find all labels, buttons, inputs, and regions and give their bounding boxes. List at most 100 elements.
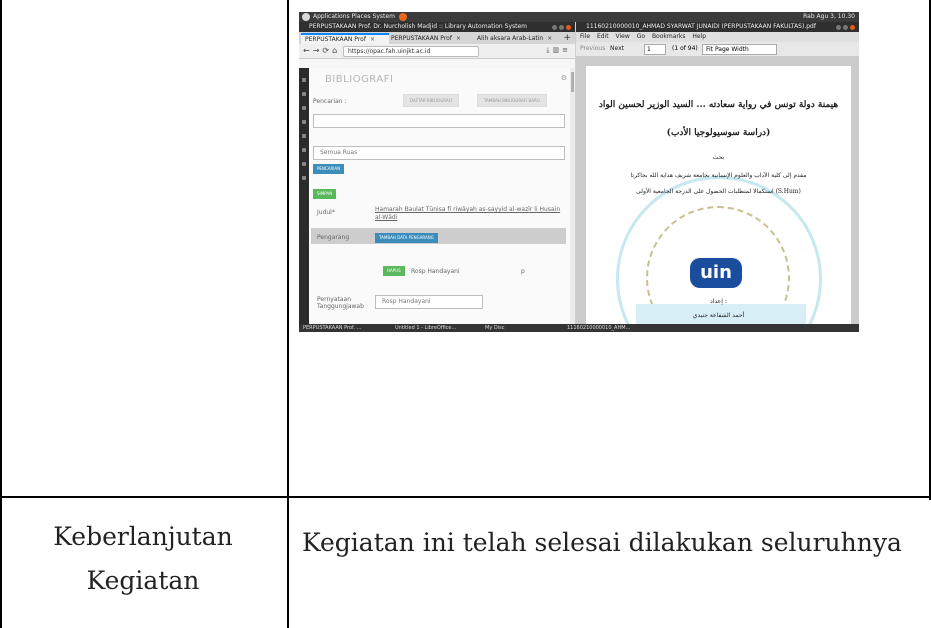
menu-bookmarks[interactable]: Bookmarks <box>652 33 686 40</box>
tab-perpustakaan-1[interactable]: PERPUSTAKAAN Prof × <box>301 33 389 44</box>
hapus-button[interactable]: HAPUS <box>383 266 405 276</box>
reload-icon[interactable]: ⟳ <box>322 46 332 55</box>
close-icon[interactable] <box>566 25 571 30</box>
maximize-icon[interactable] <box>559 25 564 30</box>
menu-go[interactable]: Go <box>637 33 645 40</box>
dock-icon[interactable] <box>302 120 306 124</box>
previous-button[interactable]: Previous <box>580 45 605 52</box>
pdf-title-bar: 11160210000010_AHMAD SYARWAT JUNAIDI (PE… <box>576 22 859 32</box>
taskbar-item-pdf[interactable]: 11160210000010_AHM... <box>567 324 630 332</box>
row-label-line2: Kegiatan <box>86 566 200 595</box>
menu-view[interactable]: View <box>616 33 630 40</box>
menu-edit[interactable]: Edit <box>597 33 609 40</box>
pdf-line1: مقدم إلى كلية الآداب والعلوم الإنسانية ب… <box>630 172 807 179</box>
next-button[interactable]: Next <box>610 45 624 52</box>
pdf-toolbar: Previous Next 1 (1 of 94) Fit Page Width <box>576 42 859 57</box>
dock-icon[interactable] <box>302 134 306 138</box>
tab-perpustakaan-2[interactable]: PERPUSTAKAAN Prof × <box>387 33 475 44</box>
pdf-view-area: هيمنة دولة تونس في رواية سعادته ... السي… <box>576 56 859 332</box>
tambah-pengarang-button[interactable]: TAMBAH DATA PENGARANG <box>375 233 438 243</box>
home-icon[interactable]: ⌂ <box>332 46 340 55</box>
window-controls <box>834 24 855 32</box>
dock-icon[interactable] <box>302 92 306 96</box>
pdf-author: أحمد الشفاعة جنيدي <box>692 312 745 319</box>
author-role: p <box>521 268 525 275</box>
pdf-title-arabic: هيمنة دولة تونس في رواية سعادته ... السي… <box>598 100 839 110</box>
menu-help[interactable]: Help <box>692 33 706 40</box>
dock-icon[interactable] <box>302 176 306 180</box>
back-icon[interactable]: ← <box>303 46 313 55</box>
judul-value[interactable]: Ḥamarah Baulat Tūnisa fī riwāyah as-sayy… <box>375 206 561 222</box>
close-tab-icon[interactable]: × <box>456 35 461 42</box>
library-icon[interactable]: ▥ <box>553 46 563 54</box>
tambah-bibliografi-button[interactable]: TAMBAH BIBLIOGRAFI BARU <box>477 94 547 107</box>
taskbar-item-libreoffice[interactable]: Untitled 1 - LibreOffice... <box>395 324 456 332</box>
pdf-title: 11160210000010_AHMAD SYARWAT JUNAIDI (PE… <box>586 23 816 30</box>
taskbar-item-disc[interactable]: My Disc <box>485 324 504 332</box>
field-select[interactable]: Semua Ruas <box>313 146 565 160</box>
page-number-input[interactable]: 1 <box>644 44 666 55</box>
firefox-icon[interactable] <box>399 13 407 21</box>
pengarang-label: Pengarang <box>317 234 350 241</box>
row-value: Kegiatan ini telah selesai dilakukan sel… <box>302 528 902 557</box>
pernyataan-input[interactable]: Rosp Handayani <box>375 295 483 309</box>
pdf-subtitle-arabic: (دراسة سوسيولوجيا الأدب) <box>666 128 771 138</box>
minimize-icon[interactable] <box>836 25 841 30</box>
search-button[interactable]: PENCARIAN <box>313 164 345 174</box>
menu-file[interactable]: File <box>580 33 590 40</box>
taskbar: PERPUSTAKAAN Prof. ... Untitled 1 - Libr… <box>299 324 859 332</box>
pdf-prepared: إعداد : <box>710 298 727 305</box>
zoom-select[interactable]: Fit Page Width <box>702 44 777 55</box>
embedded-screenshot: Applications Places System Rab Agu 3, 10… <box>299 12 859 332</box>
desktop-top-panel: Applications Places System Rab Agu 3, 10… <box>299 12 859 22</box>
tab-alih-aksara[interactable]: Alih aksara Arab-Latin × <box>473 33 567 44</box>
document-table: Keberlanjutan Kegiatan Kegiatan ini tela… <box>0 0 931 628</box>
new-tab-icon[interactable]: + <box>563 32 571 44</box>
pernyataan-label: Pernyataan Tanggungjawab <box>317 296 364 310</box>
judul-label: Judul* <box>317 209 335 216</box>
url-bar[interactable]: https://opac.fah.uinjkt.ac.id <box>343 46 479 57</box>
pdf-line2: استكمالا لمتطلبات الحصول على الدرجة الجا… <box>636 188 801 195</box>
page-count: (1 of 94) <box>672 45 698 52</box>
scrollbar-thumb[interactable] <box>571 72 574 92</box>
close-tab-icon[interactable]: × <box>547 35 552 42</box>
maximize-icon[interactable] <box>843 25 848 30</box>
desktop-menus[interactable]: Applications Places System <box>313 12 395 22</box>
row-label-line1: Keberlanjutan <box>53 522 233 551</box>
pdf-page: هيمنة دولة تونس في رواية سعادته ... السي… <box>586 66 851 332</box>
close-tab-icon[interactable]: × <box>370 36 375 43</box>
minimize-icon[interactable] <box>552 25 557 30</box>
pdf-menubar: File Edit View Go Bookmarks Help <box>576 32 859 42</box>
pencarian-label: Pencarian : <box>313 98 347 105</box>
scrollbar[interactable] <box>570 68 575 324</box>
tab-label: PERPUSTAKAAN Prof <box>391 35 452 42</box>
uin-logo: uin <box>690 258 742 288</box>
window-controls <box>550 24 571 32</box>
pdf-viewer-window: 11160210000010_AHMAD SYARWAT JUNAIDI (PE… <box>576 22 859 332</box>
forward-icon[interactable]: → <box>313 46 323 55</box>
browser-navbar: ←→⟳⌂ https://opac.fah.uinjkt.ac.id ⤓▥≡ <box>299 44 575 59</box>
toolbar-icons: ⤓▥≡ <box>546 46 571 55</box>
close-icon[interactable] <box>850 25 855 30</box>
browser-title-bar: PERPUSTAKAAN Prof. Dr. Nurcholish Madjid… <box>299 22 575 32</box>
nav-buttons[interactable]: ←→⟳⌂ <box>303 46 340 55</box>
dock-icon[interactable] <box>302 106 306 110</box>
dock-icon[interactable] <box>302 148 306 152</box>
gnome-foot-icon <box>302 13 310 21</box>
simpan-button[interactable]: SIMPAN <box>313 189 337 199</box>
browser-title: PERPUSTAKAAN Prof. Dr. Nurcholish Madjid… <box>309 23 528 30</box>
dock-icon[interactable] <box>302 78 306 82</box>
clock: Rab Agu 3, 10.30 <box>803 13 855 20</box>
daftar-bibliografi-button[interactable]: DAFTAR BIBLIOGRAFI <box>403 94 460 107</box>
gear-icon[interactable]: ⚙ <box>561 74 567 82</box>
browser-tabs: PERPUSTAKAAN Prof × PERPUSTAKAAN Prof × Al… <box>299 32 575 44</box>
table-row-divider <box>0 496 931 498</box>
search-input[interactable] <box>313 114 565 128</box>
tab-label: PERPUSTAKAAN Prof <box>305 36 366 43</box>
menu-icon[interactable]: ≡ <box>562 46 571 54</box>
side-dock <box>299 68 309 324</box>
taskbar-item-browser[interactable]: PERPUSTAKAAN Prof. ... <box>303 324 361 332</box>
dock-icon[interactable] <box>302 162 306 166</box>
browser-window: PERPUSTAKAAN Prof. Dr. Nurcholish Madjid… <box>299 22 575 324</box>
row-label: Keberlanjutan Kegiatan <box>0 515 286 603</box>
